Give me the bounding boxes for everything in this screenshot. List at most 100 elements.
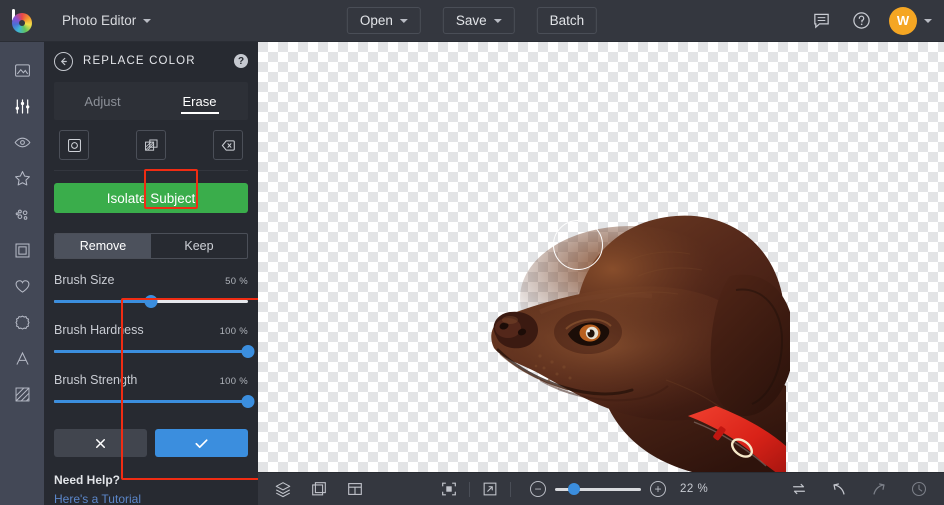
sidebar-item-effects[interactable]	[0, 160, 44, 196]
tab-erase[interactable]: Erase	[151, 82, 248, 120]
invert-selection-tool[interactable]	[136, 130, 166, 160]
avatar-initial: W	[897, 13, 909, 28]
isolate-subject-label: Isolate Subject	[107, 191, 196, 206]
target-select-tool[interactable]	[59, 130, 89, 160]
help-block: Need Help? Here's a Tutorial	[54, 473, 248, 505]
divider	[469, 482, 470, 497]
chevron-down-icon	[400, 19, 408, 23]
app-menu-label: Photo Editor	[62, 13, 136, 28]
grid-layout-icon[interactable]	[344, 478, 366, 500]
zoom-out-button[interactable]: −	[530, 481, 546, 497]
top-center-actions: Open Save Batch	[347, 7, 597, 34]
slider-fill	[54, 400, 248, 403]
history-icon[interactable]	[908, 478, 930, 500]
slider-thumb[interactable]	[242, 395, 255, 408]
top-right-actions: W	[809, 7, 932, 35]
question-circle-icon[interactable]	[849, 9, 873, 33]
brush-size-value: 50 %	[225, 276, 248, 287]
replace-color-panel: REPLACE COLOR ? Adjust Erase	[44, 42, 258, 505]
photo-editor-app: Photo Editor Open Save Batch	[0, 0, 944, 505]
sidebar-item-overlays[interactable]	[0, 268, 44, 304]
brush-hardness-slider-group: Brush Hardness 100 %	[54, 323, 248, 359]
redo-icon[interactable]	[868, 478, 890, 500]
divider	[510, 482, 511, 497]
slider-thumb[interactable]	[145, 295, 158, 308]
open-button[interactable]: Open	[347, 7, 421, 34]
sidebar-item-textures[interactable]	[0, 376, 44, 412]
batch-button-label: Batch	[550, 13, 585, 28]
account-menu[interactable]: W	[889, 7, 932, 35]
layers-icon[interactable]	[272, 478, 294, 500]
bottom-toolbar: − + 22 %	[258, 472, 944, 505]
chevron-down-icon	[494, 19, 502, 23]
top-toolbar: Photo Editor Open Save Batch	[0, 0, 944, 42]
bottom-right-icons	[788, 478, 930, 500]
cancel-button[interactable]	[54, 429, 147, 457]
panel-tabs: Adjust Erase	[54, 82, 248, 120]
tab-erase-label: Erase	[183, 94, 217, 109]
brush-hardness-slider[interactable]	[54, 343, 248, 359]
zoom-in-button[interactable]: +	[650, 481, 666, 497]
expand-fullscreen-icon[interactable]	[479, 478, 501, 500]
bottom-left-icons	[258, 478, 366, 500]
isolate-subject-button[interactable]: Isolate Subject	[54, 183, 248, 213]
panel-body: Adjust Erase	[44, 82, 258, 505]
confirm-row	[54, 429, 248, 457]
brush-size-label: Brush Size	[54, 273, 114, 287]
mode-keep-label: Keep	[184, 239, 213, 253]
brush-strength-value: 100 %	[220, 376, 248, 387]
brush-hardness-value: 100 %	[220, 326, 248, 337]
brush-size-slider-group: Brush Size 50 %	[54, 273, 248, 309]
compare-swap-icon[interactable]	[788, 478, 810, 500]
save-button[interactable]: Save	[443, 7, 515, 34]
clear-selection-tool[interactable]	[213, 130, 243, 160]
tab-adjust-label: Adjust	[84, 94, 120, 109]
panel-header: REPLACE COLOR ?	[44, 42, 258, 80]
brush-size-slider[interactable]	[54, 293, 248, 309]
undo-icon[interactable]	[828, 478, 850, 500]
app-logo[interactable]	[0, 9, 44, 33]
app-menu-photo-editor[interactable]: Photo Editor	[52, 8, 161, 34]
need-help-text: Need Help?	[54, 473, 248, 487]
dog-subject-image	[480, 190, 790, 472]
zoom-out-label: −	[534, 483, 541, 495]
sidebar-item-graphics[interactable]	[0, 304, 44, 340]
brush-strength-slider[interactable]	[54, 393, 248, 409]
tutorial-link[interactable]: Here's a Tutorial	[54, 492, 141, 505]
image-canvas[interactable]	[258, 42, 944, 472]
back-arrow-icon[interactable]	[54, 52, 73, 71]
chevron-down-icon	[924, 19, 932, 23]
sidebar-item-edit[interactable]	[0, 88, 44, 124]
tab-adjust[interactable]: Adjust	[54, 82, 151, 120]
mode-remove-label: Remove	[80, 239, 127, 253]
batch-button[interactable]: Batch	[537, 7, 598, 34]
sidebar-item-artsy[interactable]	[0, 196, 44, 232]
mode-remove[interactable]: Remove	[55, 234, 151, 258]
erase-tool-row	[54, 120, 248, 171]
brush-strength-label: Brush Strength	[54, 373, 137, 387]
slider-thumb[interactable]	[242, 345, 255, 358]
chevron-down-icon	[143, 19, 151, 23]
sidebar-item-frames[interactable]	[0, 232, 44, 268]
open-button-label: Open	[360, 13, 393, 28]
sidebar-item-text[interactable]	[0, 340, 44, 376]
crop-icon[interactable]	[308, 478, 330, 500]
zoom-slider[interactable]	[555, 482, 641, 496]
slider-fill	[54, 350, 248, 353]
slider-fill	[54, 300, 151, 303]
brush-strength-slider-group: Brush Strength 100 %	[54, 373, 248, 409]
fit-to-screen-icon[interactable]	[438, 478, 460, 500]
question-mark-icon[interactable]: ?	[234, 54, 248, 68]
erase-mode-toggle: Remove Keep	[54, 233, 248, 259]
avatar[interactable]: W	[889, 7, 917, 35]
mode-keep[interactable]: Keep	[151, 234, 247, 258]
sidebar-item-image[interactable]	[0, 52, 44, 88]
sidebar-item-touchup[interactable]	[0, 124, 44, 160]
page-title: REPLACE COLOR	[83, 55, 224, 67]
zoom-slider-group: − +	[530, 481, 666, 497]
comment-icon[interactable]	[809, 9, 833, 33]
save-button-label: Save	[456, 13, 487, 28]
zoom-controls: − + 22 %	[438, 478, 708, 500]
zoom-slider-thumb[interactable]	[568, 483, 580, 495]
apply-button[interactable]	[155, 429, 248, 457]
